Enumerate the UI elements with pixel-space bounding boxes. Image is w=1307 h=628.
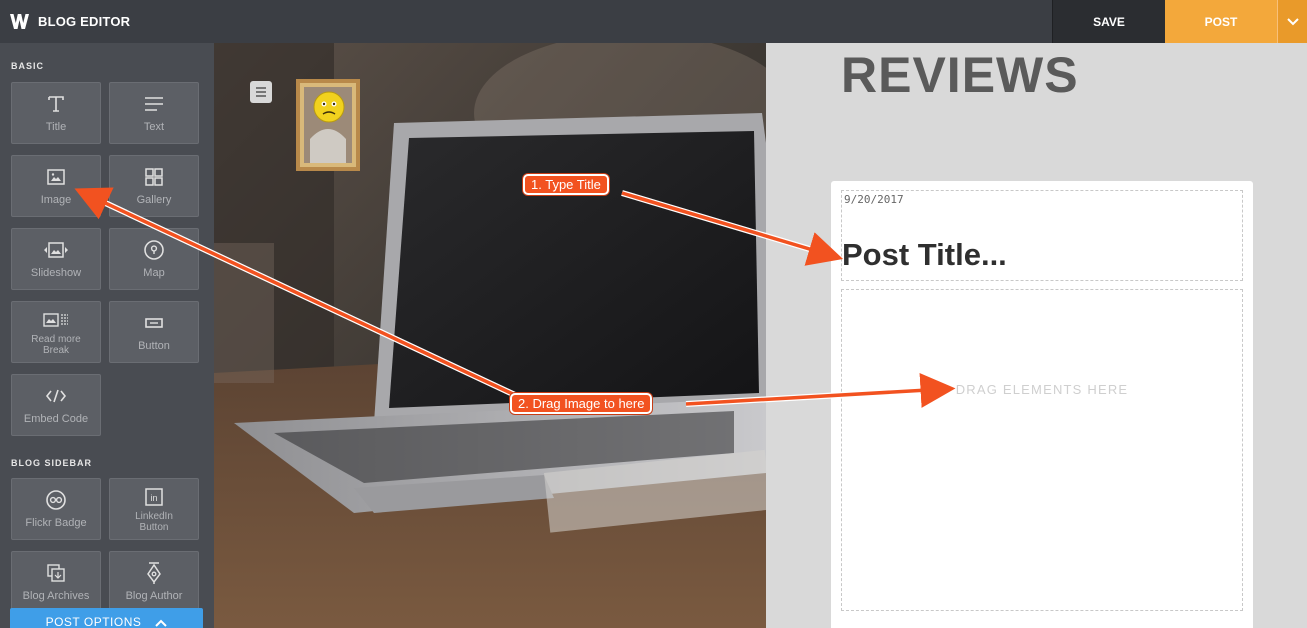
post-button[interactable]: POST [1165,0,1277,43]
button-icon [110,311,198,335]
element-tile-blog-author[interactable]: Blog Author [109,551,199,613]
map-pin-icon [110,238,198,262]
text-icon [110,92,198,116]
post-options-button[interactable]: POST OPTIONS [10,608,203,628]
element-tile-slideshow[interactable]: Slideshow [11,228,101,290]
element-label: Image [40,194,72,206]
read-more-icon [12,308,100,332]
element-label: Title [45,121,67,133]
element-tile-image[interactable]: Image [11,155,101,217]
element-label: Slideshow [30,267,82,279]
element-tile-read-more[interactable]: Read more Break [11,301,101,363]
element-tile-title[interactable]: Title [11,82,101,144]
weebly-logo-icon [10,13,29,29]
element-label-line2: Break [42,345,70,356]
post-date[interactable]: 9/20/2017 [844,193,904,206]
app-title: BLOG EDITOR [38,13,131,29]
author-pen-icon [110,561,198,585]
svg-text:in: in [150,493,157,503]
header-hero-image[interactable] [214,43,766,628]
title-icon [12,92,100,116]
element-tile-linkedin-button[interactable]: in LinkedIn Button [109,478,199,540]
element-tile-map[interactable]: Map [109,228,199,290]
element-label: Read more Break [12,334,100,356]
drag-elements-drop-zone[interactable]: DRAG ELEMENTS HERE [841,289,1243,611]
flickr-icon [12,488,100,512]
post-options-label: POST OPTIONS [45,615,142,628]
hamburger-menu-button[interactable] [250,81,272,103]
element-tile-flickr-badge[interactable]: Flickr Badge [11,478,101,540]
element-label: Button [138,340,170,352]
element-tile-text[interactable]: Text [109,82,199,144]
element-label-line2: Button [139,522,169,533]
element-tile-embed-code[interactable]: Embed Code [11,374,101,436]
chevron-up-icon [155,619,168,627]
element-tile-blog-archives[interactable]: Blog Archives [11,551,101,613]
section-label-blog-sidebar: BLOG SIDEBAR [11,458,93,468]
element-label: Gallery [136,194,172,206]
element-tile-button[interactable]: Button [109,301,199,363]
image-icon [12,165,100,189]
element-label: Map [143,267,165,279]
blog-editor-window: BLOG EDITOR SAVE POST BASIC Title Text I… [0,0,1307,628]
embed-code-icon [12,384,100,408]
element-label: Blog Archives [22,590,90,602]
elements-sidebar: BASIC Title Text Image Gallery Slideshow… [0,43,214,628]
element-label: Flickr Badge [25,517,87,529]
save-button[interactable]: SAVE [1052,0,1165,43]
callout-type-title: 1. Type Title [523,174,609,195]
element-label: Embed Code [23,413,89,425]
post-title-editor[interactable]: 9/20/2017 Post Title... [841,190,1243,281]
gallery-icon [110,165,198,189]
post-menu-toggle[interactable] [1277,0,1307,43]
section-label-basic: BASIC [11,61,45,71]
post-title-input[interactable]: Post Title... [842,237,1007,273]
callout-drag-image: 2. Drag Image to here [510,393,653,414]
archive-icon [12,561,100,585]
hamburger-icon [256,87,266,97]
linkedin-icon: in [110,485,198,509]
element-tile-gallery[interactable]: Gallery [109,155,199,217]
slideshow-icon [12,238,100,262]
element-label: LinkedIn Button [110,511,198,533]
drop-zone-hint: DRAG ELEMENTS HERE [955,382,1129,397]
framed-emoji-logo-image[interactable] [296,79,360,171]
post-card: 9/20/2017 Post Title... DRAG ELEMENTS HE… [831,181,1253,628]
element-label: Blog Author [125,590,183,602]
element-label-line1: Read more [31,334,81,345]
top-bar: BLOG EDITOR SAVE POST [0,0,1307,43]
element-label-line1: LinkedIn [135,511,173,522]
chevron-down-icon [1286,17,1299,25]
element-label: Text [143,121,165,133]
brand: BLOG EDITOR [9,9,130,33]
page-heading[interactable]: REVIEWS [841,45,1079,105]
blog-content-area: REVIEWS 9/20/2017 Post Title... DRAG ELE… [766,43,1307,628]
